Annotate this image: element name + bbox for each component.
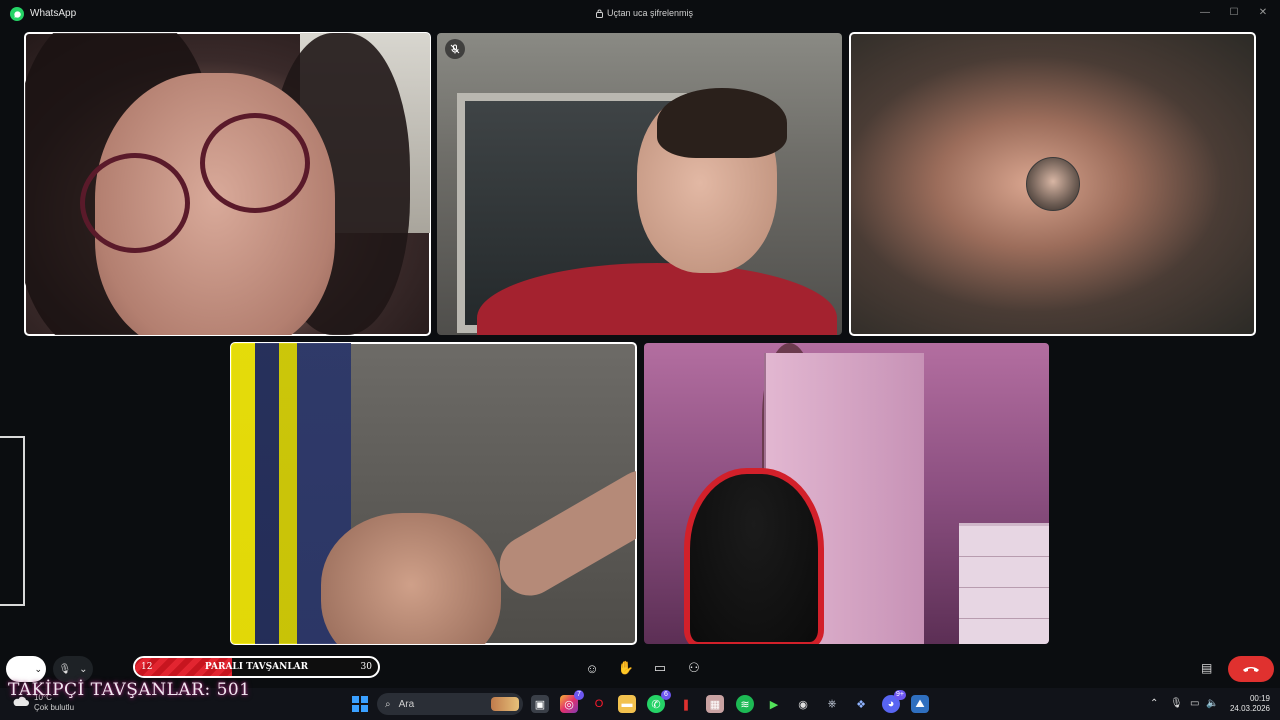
layout-icon[interactable]: ▤ — [1201, 661, 1217, 675]
start-button[interactable] — [352, 696, 368, 712]
title-bar: WhatsApp Uçtan uca şifrelenmiş — ☐ ✕ — [0, 0, 1280, 28]
instagram-badge: 7 — [574, 690, 584, 700]
search-highlight-icon — [491, 697, 519, 711]
search-icon: ⌕ — [385, 698, 391, 710]
xbox-icon[interactable]: ▶ — [765, 695, 783, 713]
maximize-button[interactable]: ☐ — [1219, 4, 1249, 20]
encryption-status: Uçtan uca şifrelenmiş — [596, 8, 693, 18]
goal-current: 12 — [141, 662, 153, 672]
mic-icon: 🎙 — [58, 663, 72, 675]
avatar — [1026, 157, 1080, 211]
discord-badge: 9+ — [894, 690, 906, 700]
chevron-down-icon[interactable]: ⌄ — [34, 664, 42, 675]
obs-icon[interactable]: ◉ — [794, 695, 812, 713]
overlay-title: TAKİPÇİ TAVŞANLAR: 501 — [8, 680, 251, 700]
participants-icon[interactable]: ⚇ — [686, 660, 702, 676]
search-placeholder: Ara — [398, 698, 415, 710]
whatsapp-logo-icon — [10, 7, 24, 21]
opera-icon[interactable]: O — [590, 695, 608, 713]
photos-icon[interactable]: ▦ — [706, 695, 724, 713]
raise-hand-icon[interactable]: ✋ — [618, 660, 634, 676]
encryption-label: Uçtan uca şifrelenmiş — [607, 8, 694, 18]
share-screen-icon[interactable]: ▭ — [652, 660, 668, 676]
minimize-button[interactable]: — — [1190, 4, 1220, 20]
app-icon-blue[interactable]: ❖ — [852, 695, 870, 713]
taskbar-search[interactable]: ⌕ Ara — [377, 693, 523, 715]
app-icon-red[interactable]: ❚ — [677, 695, 695, 713]
participant-video-2[interactable] — [437, 33, 842, 335]
gaming-chair — [684, 468, 824, 644]
display-icon[interactable]: ▭ — [1190, 698, 1199, 709]
phone-hangup-icon — [1243, 667, 1259, 672]
whatsapp-badge: 6 — [661, 690, 671, 700]
volume-icon[interactable]: 🔈 — [1206, 698, 1218, 709]
chevron-up-icon[interactable]: ⌃ — [1150, 698, 1158, 709]
taskbar-clock[interactable]: 00:19 24.03.2026 — [1228, 694, 1270, 714]
app-icon-landscape[interactable]: ⛰ — [911, 695, 929, 713]
camera-toggle[interactable]: ⌄ — [6, 656, 46, 682]
close-button[interactable]: ✕ — [1248, 4, 1278, 20]
lock-icon — [596, 9, 603, 18]
end-call-button[interactable] — [1228, 656, 1274, 682]
microphone-icon[interactable]: 🎙 — [1170, 698, 1183, 709]
participant-video-1[interactable] — [24, 32, 431, 336]
mic-muted-icon — [445, 39, 465, 59]
goal-label: PARALI TAVŞANLAR — [204, 662, 309, 672]
participant-video-3[interactable] — [849, 32, 1256, 336]
goal-progress-bar: PARALI TAVŞANLAR 12 30 — [133, 656, 380, 678]
clock-time: 00:19 — [1249, 694, 1270, 703]
task-view-icon[interactable]: ▣ — [531, 695, 549, 713]
instagram-icon[interactable]: ◎ 7 — [560, 690, 584, 713]
chevron-down-icon[interactable]: ⌄ — [79, 664, 87, 675]
file-explorer-icon[interactable]: ▬ — [618, 695, 636, 713]
clock-date: 24.03.2026 — [1229, 704, 1270, 713]
mic-toggle[interactable]: 🎙 ⌄ — [53, 656, 93, 682]
call-action-bar: ☺ ✋ ▭ ⚇ — [584, 660, 702, 676]
whatsapp-icon[interactable]: ✆ 6 — [647, 690, 671, 713]
steam-icon[interactable]: ⎈ — [823, 695, 841, 713]
goal-target: 30 — [360, 662, 372, 672]
weather-desc: Çok bulutlu — [34, 703, 75, 712]
participant-video-5[interactable] — [644, 343, 1049, 644]
app-title: WhatsApp — [30, 8, 77, 19]
discord-icon[interactable]: ◕ 9+ — [882, 690, 906, 713]
participant-video-4[interactable] — [230, 342, 637, 645]
spotify-icon[interactable]: ≋ — [736, 695, 754, 713]
emoji-icon[interactable]: ☺ — [584, 660, 600, 676]
self-view-frame[interactable] — [0, 436, 25, 606]
